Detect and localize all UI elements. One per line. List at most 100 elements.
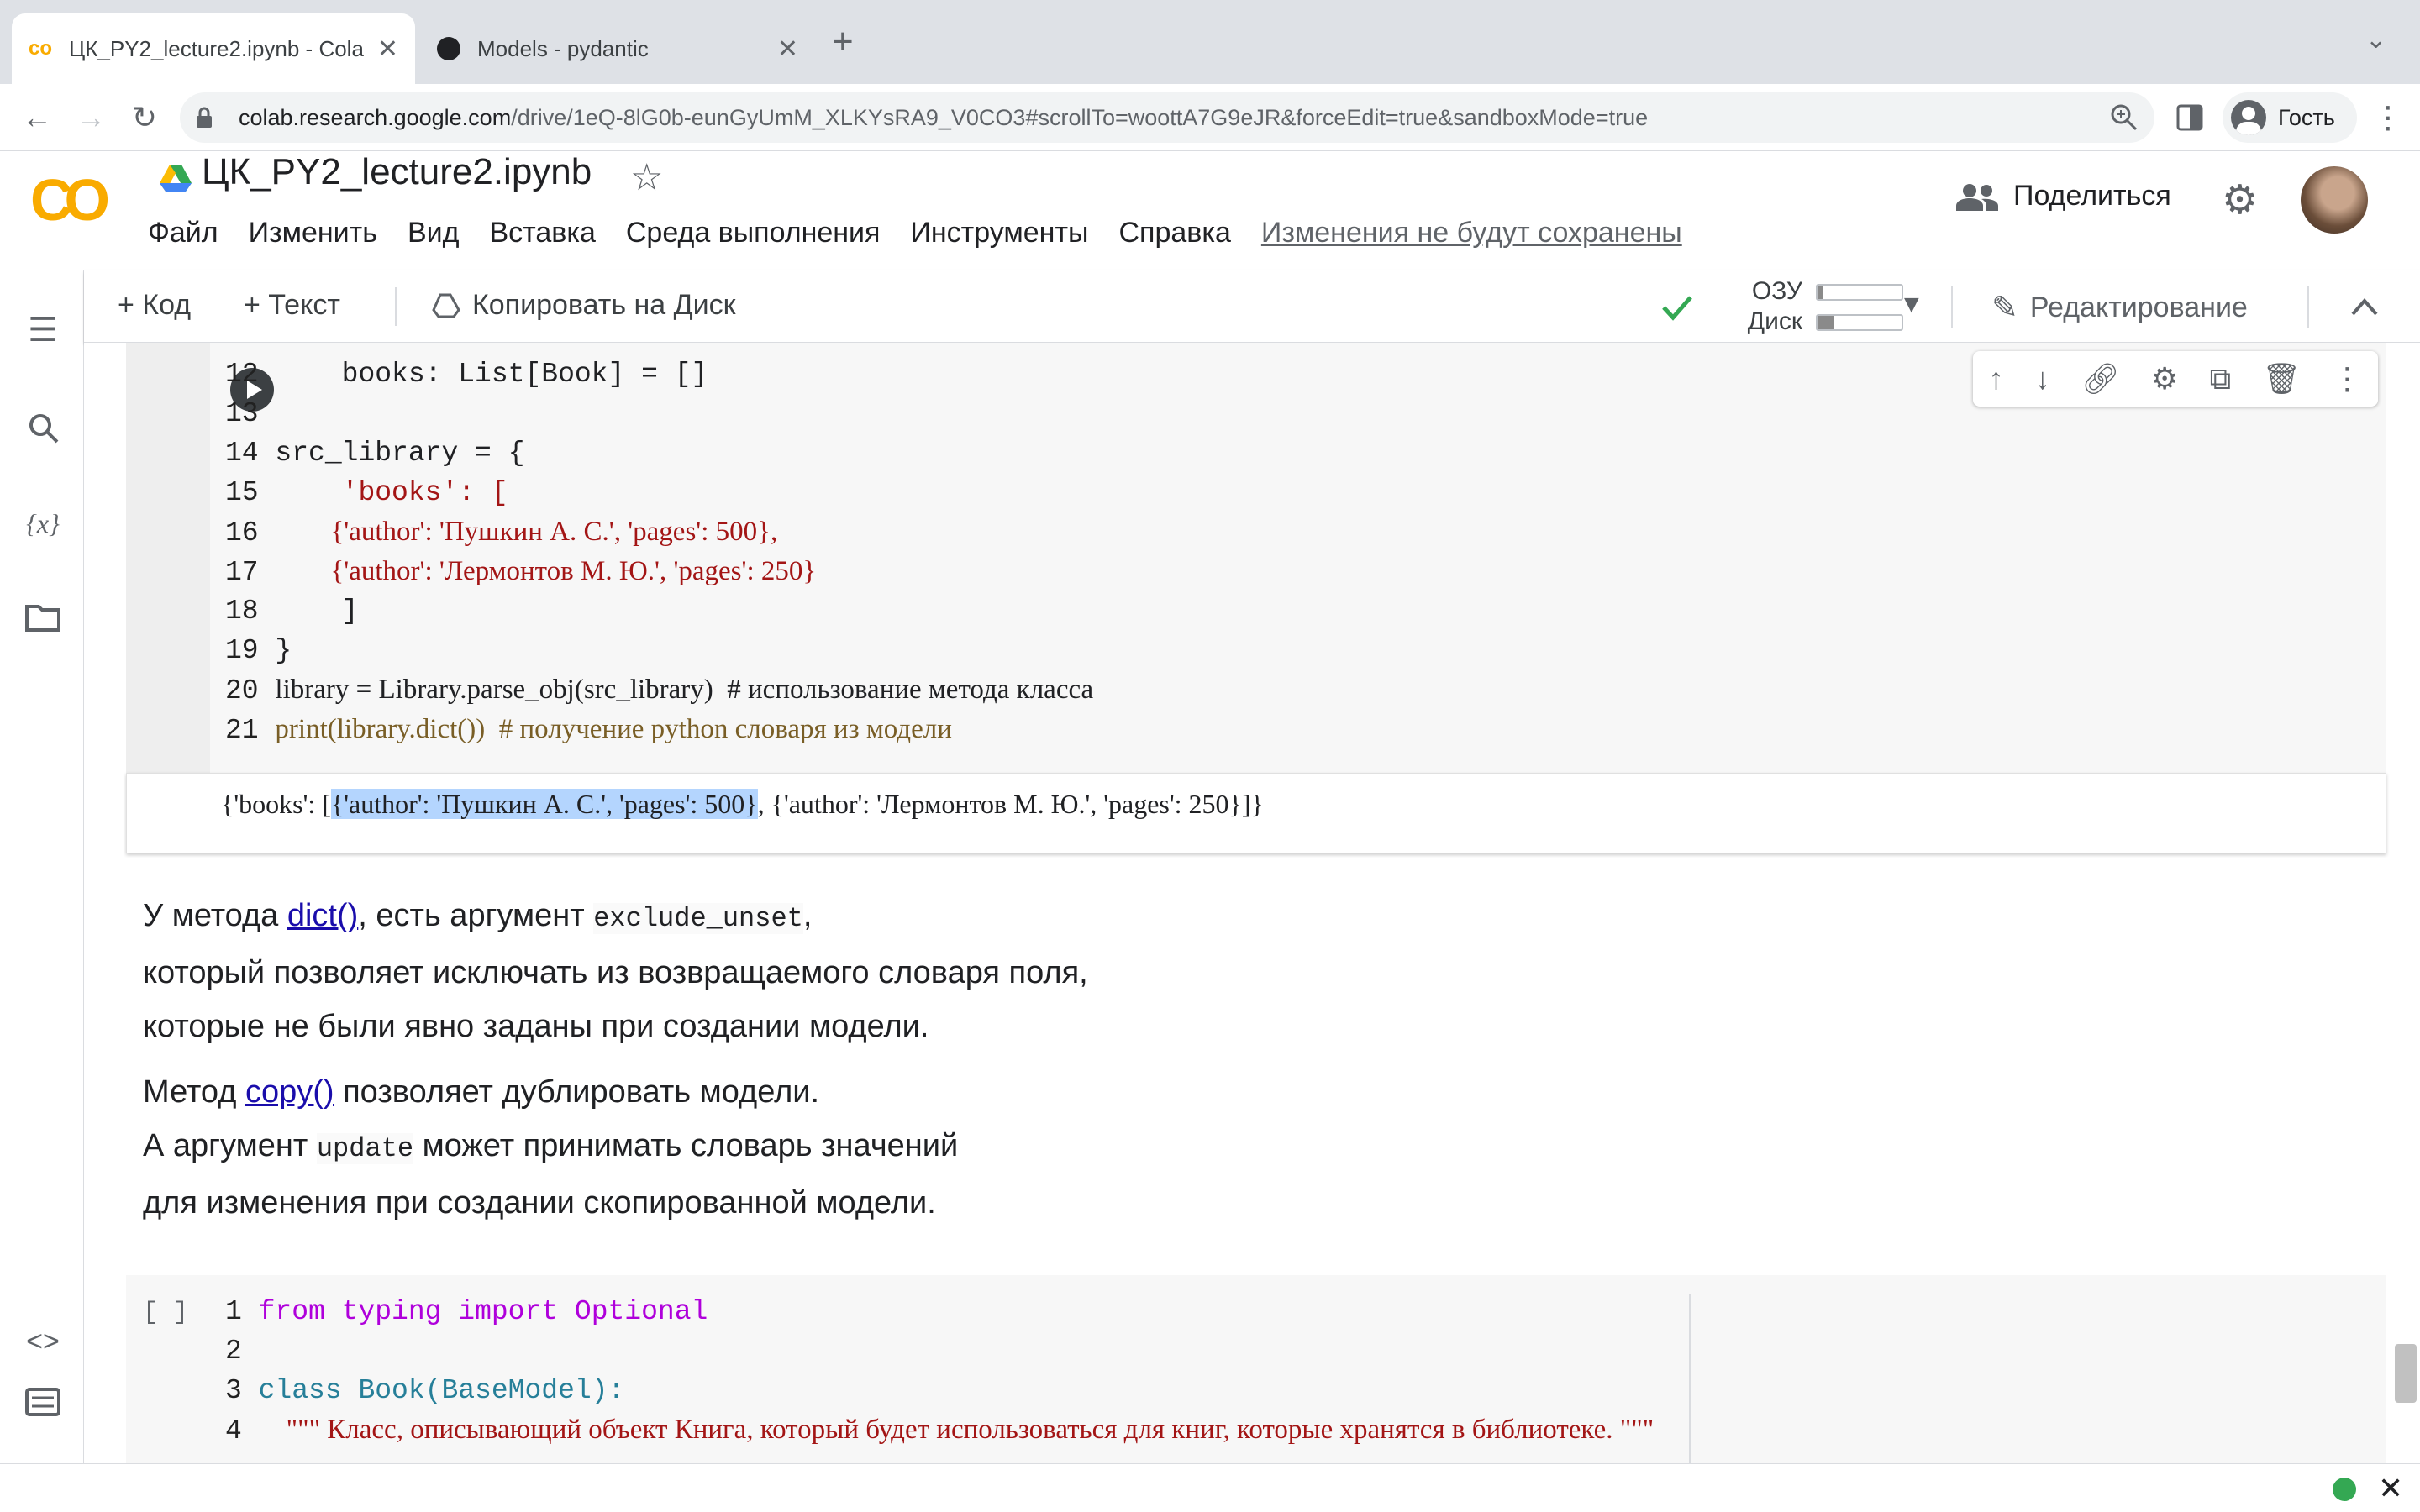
forward-icon[interactable]: →: [69, 96, 113, 139]
code-line[interactable]: 12 books: List[Book] = []: [225, 354, 708, 394]
copy-link[interactable]: copy(): [245, 1074, 334, 1110]
close-tab-icon[interactable]: ✕: [777, 34, 798, 64]
move-cell-up-icon[interactable]: ↑: [1989, 361, 2004, 396]
command-palette-icon[interactable]: [25, 1388, 60, 1416]
menu-runtime[interactable]: Среда выполнения: [626, 217, 881, 249]
code-text: {'author': 'Пушкин А. С.', 'pages': 500}…: [275, 517, 778, 547]
menu-tools[interactable]: Инструменты: [910, 217, 1088, 249]
tab-title: ЦК_PY2_lecture2.ipynb - Cola: [69, 35, 364, 61]
browser-menu-icon[interactable]: ⋮: [2366, 96, 2410, 139]
code-line[interactable]: 16 {'author': 'Пушкин А. С.', 'pages': 5…: [225, 512, 777, 553]
code-text: class Book(BaseModel):: [258, 1375, 625, 1406]
code-line[interactable]: 19 }: [225, 631, 292, 670]
cell-output: {'books': [{'author': 'Пушкин А. С.', 'p…: [126, 773, 2386, 853]
code-text: }: [275, 635, 292, 666]
guest-avatar-icon: [2231, 100, 2266, 135]
settings-gear-icon[interactable]: ⚙: [2222, 176, 2258, 223]
menu-help[interactable]: Справка: [1118, 217, 1230, 249]
delete-cell-icon[interactable]: 🗑︎: [2262, 361, 2301, 396]
new-tab-icon[interactable]: +: [832, 24, 854, 60]
close-status-icon[interactable]: ✕: [2378, 1471, 2403, 1506]
colab-logo[interactable]: CO: [30, 166, 110, 234]
code-line[interactable]: 21 print(library.dict()) # получение pyt…: [225, 710, 952, 750]
menu-insert[interactable]: Вставка: [489, 217, 595, 249]
add-text-button[interactable]: + Текст: [244, 289, 340, 322]
text-cell-dict[interactable]: У метода dict(), есть аргумент exclude_u…: [143, 889, 1088, 1053]
side-panel-icon[interactable]: [2176, 104, 2203, 131]
editing-label: Редактирование: [2029, 291, 2248, 323]
editing-mode-button[interactable]: ✎ Редактирование: [1991, 289, 2248, 327]
user-avatar[interactable]: [2301, 166, 2368, 234]
text-line: для изменения при создании скопированной…: [143, 1185, 936, 1221]
status-bar: ✕: [0, 1463, 2420, 1512]
code-line[interactable]: 18 ]: [225, 591, 358, 631]
copy-to-drive-label: Копировать на Диск: [472, 289, 736, 321]
close-tab-icon[interactable]: ✕: [377, 34, 398, 64]
mirror-cell-icon[interactable]: ⧉: [2209, 361, 2231, 397]
text-cell-copy[interactable]: Метод copy() позволяет дублировать модел…: [143, 1065, 958, 1230]
url-path: /drive/1eQ-8lG0b-eunGyUmM_XLKYsRA9_V0CO3…: [511, 104, 1649, 130]
code-text: print(library.dict()) # получение python…: [275, 714, 952, 744]
reload-icon[interactable]: ↻: [123, 96, 166, 139]
variables-icon[interactable]: {x}: [22, 502, 64, 544]
code-text: library = Library.parse_obj(src_library)…: [275, 675, 1094, 705]
share-button[interactable]: Поделиться: [1956, 180, 2171, 213]
code-line[interactable]: 14 src_library = {: [225, 433, 524, 473]
code-line[interactable]: 3 class Book(BaseModel):: [225, 1371, 624, 1410]
code-line[interactable]: 20 library = Library.parse_obj(src_libra…: [225, 670, 1093, 711]
star-icon[interactable]: ☆: [630, 156, 663, 199]
lock-icon[interactable]: [195, 106, 213, 129]
pydantic-favicon-icon: [437, 37, 460, 60]
drive-outline-icon: [432, 293, 460, 318]
cell-more-icon[interactable]: ⋮: [2332, 361, 2362, 396]
connected-check-icon[interactable]: [1660, 291, 1694, 324]
dict-link[interactable]: dict(): [287, 898, 358, 933]
menu-file[interactable]: Файл: [148, 217, 218, 249]
cell-settings-gear-icon[interactable]: ⚙: [2151, 361, 2178, 396]
browser-toolbar: ← → ↻ colab.research.google.com/drive/1e…: [0, 84, 2420, 151]
connected-status-dot[interactable]: [2333, 1478, 2356, 1501]
table-of-contents-icon[interactable]: ☰: [22, 309, 64, 351]
text-line: Метод copy() позволяет дублировать модел…: [143, 1074, 820, 1110]
notebook-toolbar: + Код + Текст Копировать на Диск ОЗУ Дис…: [84, 270, 2420, 343]
browser-tab-pydantic[interactable]: Models - pydantic ✕: [420, 13, 815, 84]
code-line[interactable]: 15 'books': [: [225, 473, 508, 512]
toolbar-divider: [395, 287, 397, 326]
menu-edit[interactable]: Изменить: [249, 217, 377, 249]
move-cell-down-icon[interactable]: ↓: [2035, 361, 2050, 396]
code-line[interactable]: 2: [225, 1331, 242, 1371]
unsaved-changes-link[interactable]: Изменения не будут сохранены: [1261, 217, 1682, 249]
collapse-header-chevron-icon[interactable]: [2349, 294, 2380, 319]
code-line[interactable]: 17 {'author': 'Лермонтов М. Ю.', 'pages'…: [225, 552, 816, 592]
copy-to-drive-button[interactable]: Копировать на Диск: [432, 289, 736, 322]
folder-icon[interactable]: [25, 603, 60, 632]
notebook-title[interactable]: ЦК_PY2_lecture2.ipynb: [202, 151, 592, 193]
resources-dropdown-icon[interactable]: ▼: [1899, 291, 1924, 319]
scrollbar-thumb[interactable]: [2395, 1344, 2417, 1403]
ruler-line: [1689, 1294, 1691, 1463]
text-line: которые не были явно заданы при создании…: [143, 1009, 929, 1044]
toolbar-divider: [1951, 286, 1953, 328]
code-line[interactable]: 4 """ Класс, описывающий объект Книга, к…: [225, 1410, 1654, 1451]
tab-title: Models - pydantic: [477, 35, 649, 61]
drive-icon: [160, 165, 192, 192]
menu-view[interactable]: Вид: [408, 217, 460, 249]
add-code-button[interactable]: + Код: [118, 289, 191, 322]
search-icon[interactable]: [27, 412, 60, 445]
share-label: Поделиться: [2013, 180, 2171, 212]
code-line[interactable]: 13: [225, 394, 259, 433]
output-text[interactable]: {'books': [{'author': 'Пушкин А. С.', 'p…: [221, 789, 1264, 820]
tab-search-chevron-icon[interactable]: ⌄: [2365, 25, 2386, 55]
profile-button[interactable]: Гость: [2223, 92, 2357, 143]
inline-code: update: [316, 1133, 414, 1164]
code-line[interactable]: 1 from typing import Optional: [225, 1292, 708, 1331]
address-bar[interactable]: colab.research.google.com/drive/1eQ-8lG0…: [180, 92, 2154, 143]
selected-text: {'author': 'Пушкин А. С.', 'pages': 500}: [330, 789, 758, 819]
execution-count[interactable]: [ ]: [143, 1299, 188, 1327]
link-icon[interactable]: 🔗︎: [2081, 361, 2120, 396]
back-icon[interactable]: ←: [15, 96, 59, 139]
browser-tab-colab[interactable]: co ЦК_PY2_lecture2.ipynb - Cola ✕: [12, 13, 415, 84]
zoom-icon[interactable]: [2109, 102, 2139, 133]
notebook-body: ↑ ↓ 🔗︎ ⚙ ⧉ 🗑︎ ⋮ 12 books: List[Book] = […: [84, 343, 2420, 1463]
code-snippets-icon[interactable]: <>: [22, 1320, 64, 1362]
